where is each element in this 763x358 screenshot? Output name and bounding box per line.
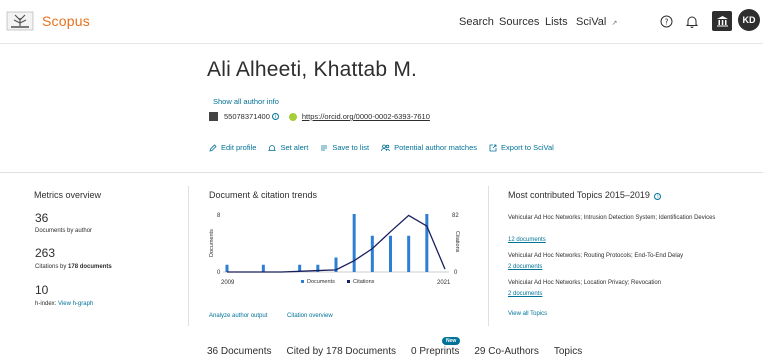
tab-co-authors[interactable]: 29 Co-Authors [474, 346, 538, 358]
new-badge: New [442, 337, 461, 345]
orcid-link[interactable]: https://orcid.org/0000-0002-6393-7610 [302, 112, 430, 121]
topics-title-text: Most contributed Topics 2015–2019 [508, 190, 650, 200]
topic-documents-link[interactable]: 2 documents [508, 291, 542, 297]
edit-profile-label: Edit profile [221, 143, 257, 152]
topics-title: Most contributed Topics 2015–2019 i [508, 190, 662, 200]
analyze-author-output-link[interactable]: Analyze author output [209, 313, 267, 319]
edit-profile-button[interactable]: Edit profile [209, 143, 256, 152]
top-bar: Scopus Search Sources Lists SciVal ↗ ? K… [0, 0, 763, 44]
scopus-brand[interactable]: Scopus [42, 13, 90, 29]
topic-documents-link[interactable]: 2 documents [508, 264, 542, 270]
author-tabs: 36 Documents Cited by 178 Documents 0 Pr… [207, 346, 597, 358]
export-to-scival-button[interactable]: Export to SciVal [489, 143, 554, 152]
section-divider [0, 172, 763, 173]
nav-scival[interactable]: SciVal ↗ [576, 16, 617, 28]
document-bar [370, 235, 374, 272]
topic-name: Vehicular Ad Hoc Networks; Routing Proto… [508, 253, 684, 259]
column-divider [488, 186, 489, 326]
scopus-id-icon [209, 112, 218, 121]
document-bar [225, 264, 229, 272]
right-tick-label: 0 [454, 270, 458, 276]
author-actions: Edit profile Set alert Save to list Pote… [209, 143, 566, 152]
help-icon[interactable]: ? [656, 11, 676, 31]
document-bar [352, 214, 356, 272]
legend-swatch-citations [347, 280, 350, 283]
info-icon[interactable]: i [271, 113, 279, 120]
document-bar [261, 264, 265, 272]
potential-author-matches-button[interactable]: Potential author matches [381, 143, 477, 152]
h-index-label: h-index: [35, 301, 57, 307]
bell-icon [268, 144, 277, 151]
tab-documents[interactable]: 36 Documents [207, 346, 271, 358]
save-to-list-label: Save to list [332, 143, 370, 152]
scopus-author-id: 55078371400 [224, 112, 270, 121]
metrics-overview-title: Metrics overview [34, 190, 102, 200]
left-tick-label: 8 [217, 213, 221, 219]
bell-icon[interactable] [682, 11, 702, 31]
institution-icon[interactable] [712, 11, 732, 31]
x-tick-label: 2021 [437, 280, 451, 286]
tab-preprints[interactable]: 0 Preprints [411, 346, 459, 358]
x-tick-label: 2009 [221, 280, 235, 286]
document-bar [425, 214, 429, 272]
nav-sources[interactable]: Sources [499, 16, 539, 28]
right-tick-label: 82 [452, 213, 459, 219]
h-index-value: 10 [35, 283, 49, 297]
list-icon [321, 145, 328, 150]
document-bar [389, 235, 392, 272]
view-h-graph-link[interactable]: View h-graph [58, 301, 93, 307]
column-divider [188, 186, 189, 326]
set-alert-label: Set alert [280, 143, 309, 152]
legend-label-documents: Documents [307, 279, 335, 285]
legend-label-citations: Citations [353, 279, 375, 285]
show-author-info-link[interactable]: Show all author info [213, 97, 279, 106]
documents-count: 36 [35, 211, 49, 225]
tab-cited-by[interactable]: Cited by 178 Documents [286, 346, 396, 358]
trend-chart: 8 0 82 0 Documents Citations 2009 2021 Documents… [209, 213, 460, 286]
svg-text:?: ? [664, 17, 668, 26]
external-link-icon: ↗ [611, 20, 618, 27]
elsevier-logo-icon[interactable] [6, 10, 34, 32]
document-bar [407, 235, 411, 272]
author-name: Ali Alheeti, Khattab M. [207, 58, 418, 81]
author-identifiers: 55078371400 i https://orcid.org/0000-000… [209, 112, 430, 121]
nav-lists[interactable]: Lists [545, 16, 568, 28]
left-tick-label: 0 [217, 270, 221, 276]
orcid-icon [288, 112, 297, 121]
citations-label-prefix: Citations by [35, 264, 67, 270]
nav-scival-label: SciVal [576, 16, 607, 28]
left-axis-title: Documents [209, 229, 215, 257]
topic-documents-link[interactable]: 12 documents [508, 237, 546, 243]
potential-author-matches-label: Potential author matches [394, 143, 478, 152]
info-icon[interactable]: i [654, 193, 662, 200]
tab-topics[interactable]: Topics [554, 346, 582, 358]
citations-count: 263 [35, 246, 56, 260]
h-index-row: h-index: View h-graph [35, 301, 93, 307]
pencil-icon [209, 143, 217, 152]
view-all-topics-link[interactable]: View all Topics [508, 311, 547, 317]
people-icon [381, 144, 390, 151]
user-avatar[interactable]: KD [738, 9, 760, 31]
topic-name: Vehicular Ad Hoc Networks; Location Priv… [508, 280, 662, 286]
set-alert-button[interactable]: Set alert [268, 143, 308, 152]
nav-search[interactable]: Search [459, 16, 494, 28]
citation-overview-link[interactable]: Citation overview [287, 313, 333, 319]
export-to-scival-label: Export to SciVal [501, 143, 554, 152]
topic-name: Vehicular Ad Hoc Networks; Intrusion Det… [508, 215, 716, 221]
citations-label: Citations by 178 documents [35, 264, 112, 270]
citations-documents-count: 178 documents [68, 264, 112, 270]
export-icon [489, 144, 497, 151]
documents-label: Documents by author [35, 228, 93, 234]
right-axis-title: Citations [454, 231, 460, 253]
save-to-list-button[interactable]: Save to list [320, 143, 369, 152]
trends-title: Document & citation trends [209, 190, 318, 200]
legend-swatch-documents [301, 280, 304, 283]
